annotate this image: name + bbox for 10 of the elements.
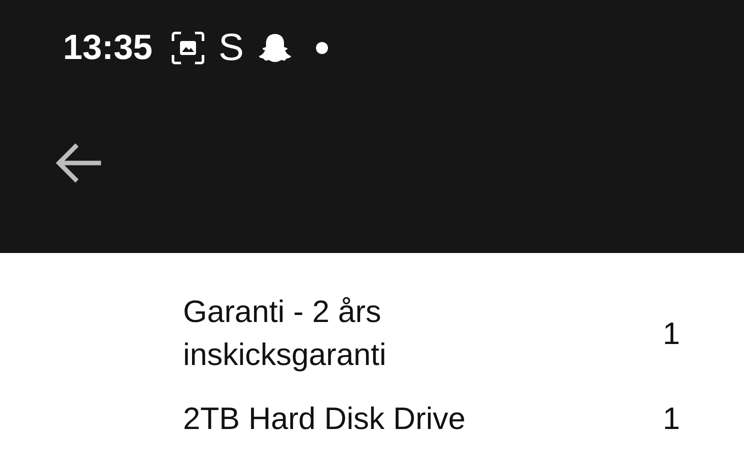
notification-dot-icon (316, 42, 328, 54)
letter-icon: S (218, 29, 244, 67)
screenshot-icon (170, 31, 205, 65)
item-name: Garanti - 2 års inskicksgaranti (183, 293, 388, 374)
back-arrow-icon[interactable] (55, 143, 103, 183)
item-quantity: 1 (662, 314, 680, 352)
item-name: 2TB Hard Disk Drive (183, 400, 466, 438)
ghost-icon (258, 32, 292, 64)
item-quantity: 1 (662, 400, 680, 438)
clock: 13:35 (63, 29, 153, 67)
